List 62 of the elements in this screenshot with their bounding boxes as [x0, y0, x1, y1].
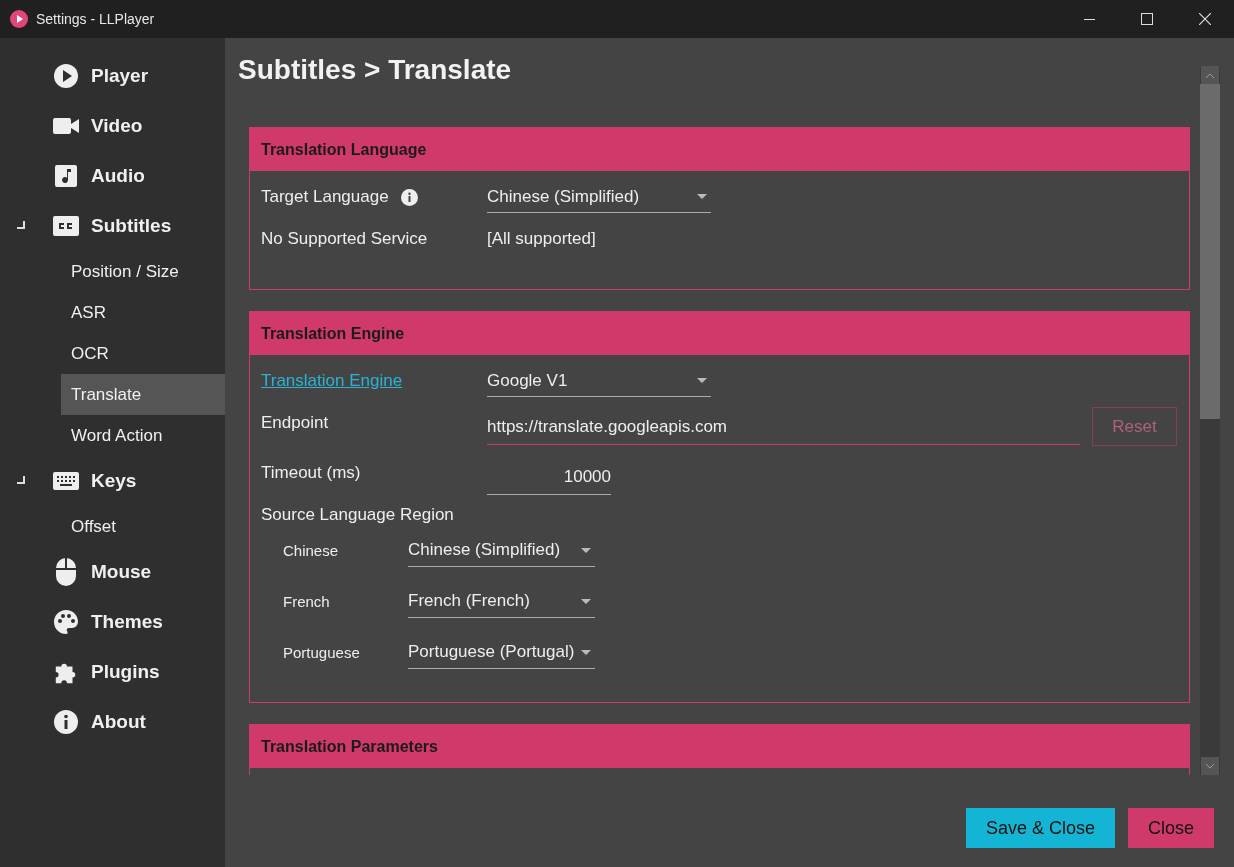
- caret-icon: [581, 547, 591, 553]
- sidebar-subitem[interactable]: Word Action: [61, 415, 225, 456]
- sidebar-subitem[interactable]: Offset: [61, 506, 225, 547]
- sidebar-subitem[interactable]: ASR: [61, 292, 225, 333]
- sidebar-item[interactable]: Mouse: [0, 547, 225, 597]
- sidebar-item[interactable]: Subtitles: [0, 201, 225, 251]
- video-camera-icon: [53, 117, 79, 135]
- scroll-up-icon[interactable]: [1201, 66, 1219, 84]
- settings-link[interactable]: Translation Engine: [261, 371, 403, 391]
- caret-icon: [697, 378, 707, 383]
- language-label: Chinese: [283, 542, 340, 559]
- page-title: Subtitles > Translate: [238, 54, 512, 87]
- input-field[interactable]: 10000: [487, 459, 611, 495]
- field-label: Target Language: [261, 187, 389, 207]
- palette-icon: [53, 609, 79, 635]
- music-note-icon: [55, 165, 77, 187]
- sidebar-item[interactable]: Audio: [0, 151, 225, 201]
- section-header: Translation Language: [250, 128, 1189, 171]
- save-button[interactable]: Save & Close: [965, 808, 1115, 848]
- language-label: French: [283, 593, 331, 610]
- mouse-icon: [55, 557, 77, 587]
- field-label: Timeout (ms): [261, 463, 361, 483]
- info-icon: [53, 709, 79, 735]
- dropdown[interactable]: Google V1: [487, 365, 711, 397]
- field-label: No Supported Service: [261, 229, 428, 249]
- dropdown[interactable]: French (French): [408, 585, 595, 618]
- input-field[interactable]: https://translate.googleapis.com: [487, 409, 1080, 445]
- play-icon: [53, 63, 79, 89]
- maximize-icon[interactable]: [1141, 13, 1153, 25]
- keyboard-icon: [53, 472, 79, 490]
- minimize-icon[interactable]: [1083, 18, 1095, 20]
- caret-icon: [581, 649, 591, 655]
- sidebar-item[interactable]: Keys: [0, 456, 225, 506]
- app-logo-icon: [10, 10, 28, 28]
- sidebar-item[interactable]: Themes: [0, 597, 225, 647]
- close-dialog-button[interactable]: Close: [1127, 808, 1214, 848]
- caret-icon: [697, 194, 707, 199]
- field-label: Endpoint: [261, 413, 329, 433]
- dropdown[interactable]: Chinese (Simplified): [408, 534, 595, 567]
- dropdown[interactable]: Portuguese (Portugal): [408, 636, 595, 669]
- sidebar-item[interactable]: About: [0, 697, 225, 747]
- sidebar-subitem[interactable]: Position / Size: [61, 251, 225, 292]
- field-value: [All supported]: [487, 228, 596, 249]
- section-header: Translation Parameters: [250, 725, 1189, 768]
- field-label: Source Language Region: [261, 505, 454, 525]
- info-icon[interactable]: [400, 188, 418, 206]
- scrollbar[interactable]: [1200, 66, 1220, 775]
- sidebar-item[interactable]: Video: [0, 101, 225, 151]
- section-header: Translation Engine: [250, 312, 1189, 355]
- close-icon[interactable]: [1199, 13, 1211, 25]
- scroll-down-icon[interactable]: [1201, 757, 1219, 775]
- sidebar-subitem[interactable]: OCR: [61, 333, 225, 374]
- caret-icon: [581, 598, 591, 604]
- language-label: Portuguese: [283, 644, 361, 661]
- expanded-icon[interactable]: [17, 221, 25, 229]
- expanded-icon[interactable]: [17, 476, 25, 484]
- window-title: Settings - LLPlayer: [36, 11, 156, 27]
- closed-captions-icon: [53, 216, 79, 236]
- dropdown[interactable]: Chinese (Simplified): [487, 181, 711, 213]
- sidebar-item[interactable]: Plugins: [0, 647, 225, 697]
- sidebar-subitem[interactable]: Translate: [61, 374, 225, 415]
- sidebar-item[interactable]: Player: [0, 51, 225, 101]
